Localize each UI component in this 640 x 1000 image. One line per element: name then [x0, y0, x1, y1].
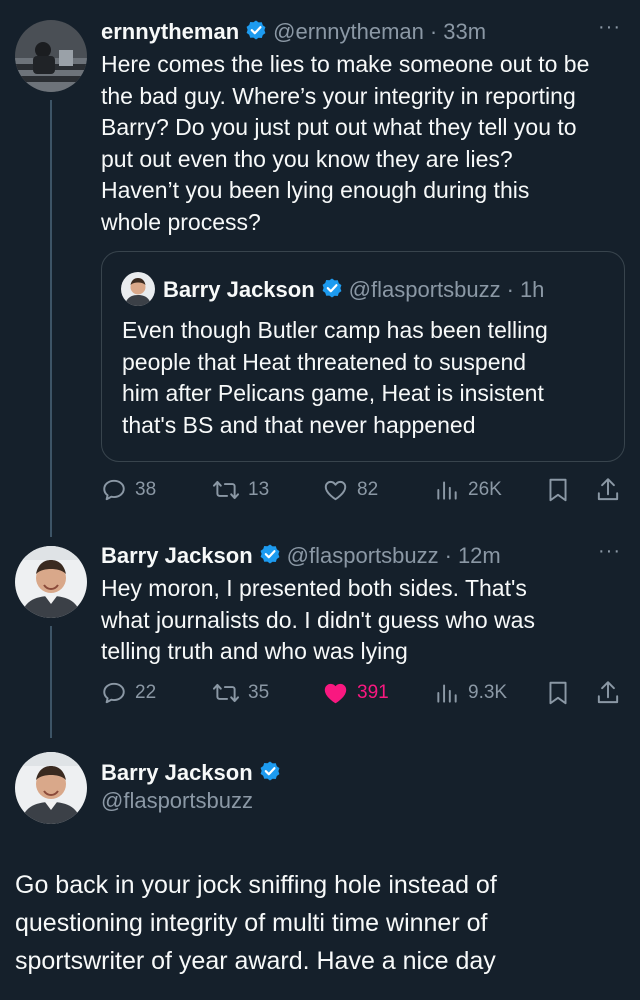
views-icon [437, 684, 457, 703]
views-count: 26K [468, 479, 502, 500]
text-line: Go back in your jock sniffing hole inste… [15, 871, 497, 899]
heart-icon [324, 683, 347, 704]
author-handle[interactable]: @ernnytheman [273, 19, 424, 45]
like-count: 82 [357, 479, 379, 500]
separator-dot: · [506, 277, 514, 302]
text-line: what journalists do. I didn't guess who … [101, 606, 535, 633]
share-button[interactable] [595, 677, 621, 709]
views-button[interactable]: 9.3K [434, 677, 507, 709]
like-button[interactable]: 391 [322, 677, 389, 709]
tweet-header: ernnytheman @ernnytheman · 33m [101, 18, 486, 46]
repost-icon [212, 480, 240, 500]
tweet-text: Go back in your jock sniffing hole inste… [15, 866, 630, 980]
text-line: questioning integrity of multi time winn… [15, 909, 488, 937]
bookmark-button[interactable] [545, 474, 571, 506]
reply-button[interactable]: 38 [101, 474, 156, 506]
text-line: whole process? [101, 208, 261, 235]
share-icon [597, 681, 619, 704]
quote-header: Barry Jackson @flasportsbuzz · 1h [163, 276, 544, 304]
quote-author-name[interactable]: Barry Jackson [163, 277, 315, 303]
avatar[interactable] [15, 546, 87, 618]
verified-badge-icon [259, 543, 281, 570]
text-line: that's BS and that never happened [122, 411, 476, 438]
text-line: sportswriter of year award. Have a nice … [15, 947, 496, 975]
text-line: Here comes the lies to make someone out … [101, 51, 590, 77]
repost-count: 13 [248, 479, 270, 500]
repost-icon [212, 683, 240, 703]
text-line: Hey moron, I presented both sides. That'… [101, 575, 527, 601]
text-line: put out even tho you know they are lies? [101, 145, 513, 172]
repost-count: 35 [248, 682, 270, 703]
reply-count: 22 [135, 682, 157, 703]
verified-badge-icon [259, 760, 281, 787]
tweet-text: Hey moron, I presented both sides. That'… [101, 573, 631, 668]
author-name[interactable]: ernnytheman [101, 19, 239, 45]
text-line: people that Heat threatened to suspend [122, 348, 527, 375]
views-button[interactable]: 26K [434, 474, 502, 506]
share-icon [597, 478, 619, 501]
quoted-tweet[interactable]: Barry Jackson @flasportsbuzz · 1h Even t… [101, 251, 625, 462]
reply-count: 38 [135, 479, 157, 500]
repost-button[interactable]: 35 [212, 677, 269, 709]
text-line: Even though Butler camp has been telling [122, 317, 548, 343]
repost-button[interactable]: 13 [212, 474, 269, 506]
reply-icon [103, 479, 125, 501]
verified-badge-icon [245, 19, 267, 46]
avatar[interactable] [121, 272, 155, 306]
author-handle[interactable]: @flasportsbuzz [101, 788, 253, 814]
reply-button[interactable]: 22 [101, 677, 156, 709]
share-button[interactable] [595, 474, 621, 506]
bookmark-button[interactable] [545, 677, 571, 709]
separator-dot: · [429, 19, 438, 44]
more-icon[interactable]: ··· [598, 16, 621, 39]
quote-timestamp[interactable]: 1h [520, 277, 544, 303]
avatar[interactable] [15, 752, 87, 824]
tweet-header: Barry Jackson [101, 759, 281, 787]
tweet-actions: 38 13 82 26K [0, 474, 640, 506]
text-line: telling truth and who was lying [101, 638, 408, 665]
author-handle[interactable]: @flasportsbuzz [287, 543, 439, 569]
tweet-header: Barry Jackson @flasportsbuzz · 12m [101, 542, 501, 570]
like-button[interactable]: 82 [322, 474, 378, 506]
timestamp[interactable]: 12m [458, 543, 501, 569]
bookmark-icon [549, 478, 567, 502]
author-name[interactable]: Barry Jackson [101, 543, 253, 569]
separator-dot: · [444, 543, 452, 568]
avatar[interactable] [15, 20, 87, 92]
more-icon[interactable]: ··· [598, 540, 621, 563]
text-line: him after Pelicans game, Heat is insiste… [122, 380, 544, 407]
views-count: 9.3K [468, 682, 508, 703]
timestamp[interactable]: 33m [443, 19, 486, 45]
text-line: Barry? Do you just put out what they tel… [101, 114, 577, 141]
views-icon [437, 481, 457, 500]
bookmark-icon [549, 681, 567, 705]
thread-line [50, 100, 52, 537]
reply-icon [103, 682, 125, 704]
quote-author-handle[interactable]: @flasportsbuzz [349, 277, 501, 303]
text-line: the bad guy. Where’s your integrity in r… [101, 82, 576, 109]
tweet-actions: 22 35 391 9.3K [0, 677, 640, 709]
quote-text: Even though Butler camp has been telling… [122, 315, 622, 441]
author-name[interactable]: Barry Jackson [101, 760, 253, 786]
tweet-text: Here comes the lies to make someone out … [101, 49, 631, 239]
text-line: Haven’t you been lying enough during thi… [101, 177, 530, 204]
verified-badge-icon [321, 277, 343, 304]
heart-icon [324, 480, 347, 501]
like-count: 391 [357, 682, 389, 703]
